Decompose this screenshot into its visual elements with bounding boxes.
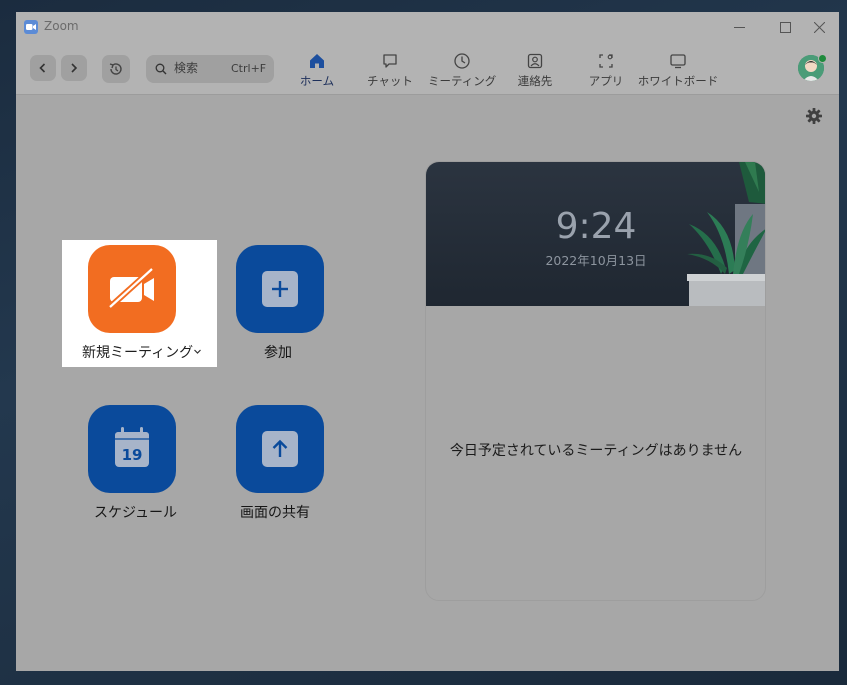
chat-icon	[383, 54, 397, 68]
history-icon	[109, 63, 122, 75]
main-toolbar: Ctrl+F ホーム チャット ミーティング	[16, 43, 839, 95]
join-label: 参加	[264, 345, 292, 361]
arrow-up-icon	[262, 431, 298, 467]
share-screen-button[interactable]	[236, 405, 324, 493]
calendar-icon: 19	[115, 427, 149, 467]
chevron-left-icon	[39, 63, 46, 73]
history-button[interactable]	[102, 55, 130, 83]
maximize-button[interactable]	[762, 12, 808, 43]
video-off-icon	[107, 266, 155, 310]
plus-icon	[262, 271, 298, 307]
back-button[interactable]	[30, 55, 56, 81]
minimize-button[interactable]	[716, 12, 762, 43]
tab-chat-label: チャット	[367, 74, 413, 88]
close-icon	[814, 22, 825, 33]
tab-whiteboard[interactable]: ホワイトボード	[636, 43, 720, 95]
chevron-down-icon[interactable]	[193, 347, 202, 356]
clock-time: 9:24	[555, 206, 637, 247]
apps-icon	[599, 54, 613, 68]
clock-date: 2022年10月13日	[545, 253, 647, 268]
search-box[interactable]: Ctrl+F	[146, 55, 274, 83]
minimize-icon	[734, 27, 745, 28]
new-meeting-label: 新規ミーティング	[82, 345, 194, 361]
clock-icon	[454, 53, 470, 69]
title-bar: Zoom	[16, 12, 839, 43]
upcoming-meetings-panel: 9:24 2022年10月13日 今日予定されているミーティングはありません	[425, 161, 766, 601]
schedule-label: スケジュール	[94, 505, 178, 521]
tab-apps-label: アプリ	[588, 74, 624, 88]
whiteboard-icon	[670, 54, 686, 69]
tab-meetings[interactable]: ミーティング	[428, 43, 496, 95]
zoom-window: Zoom Ctrl+F	[16, 12, 839, 671]
home-icon	[310, 54, 324, 68]
tab-meetings-label: ミーティング	[428, 74, 497, 88]
tab-contacts-label: 連絡先	[517, 74, 553, 88]
search-icon	[155, 63, 167, 75]
tab-chat[interactable]: チャット	[366, 43, 414, 95]
calendar-day: 19	[122, 446, 143, 464]
share-screen-label: 画面の共有	[240, 505, 310, 521]
chevron-right-icon	[71, 63, 78, 73]
tab-home[interactable]: ホーム	[294, 43, 340, 95]
new-meeting-button[interactable]	[88, 245, 176, 333]
clock-header: 9:24 2022年10月13日	[426, 162, 765, 306]
no-meetings-message: 今日予定されているミーティングはありません	[449, 443, 743, 459]
tab-contacts[interactable]: 連絡先	[508, 43, 562, 95]
status-badge	[818, 54, 827, 63]
zoom-logo-icon	[24, 20, 38, 34]
close-button[interactable]	[808, 12, 839, 43]
app-title: Zoom	[44, 19, 79, 33]
tab-home-label: ホーム	[299, 74, 335, 88]
gear-icon	[806, 108, 822, 124]
maximize-icon	[780, 22, 791, 33]
forward-button[interactable]	[61, 55, 87, 81]
tab-apps[interactable]: アプリ	[582, 43, 630, 95]
search-input[interactable]	[174, 61, 222, 75]
schedule-button[interactable]: 19	[88, 405, 176, 493]
search-shortcut: Ctrl+F	[231, 62, 267, 75]
join-button[interactable]	[236, 245, 324, 333]
settings-button[interactable]	[805, 107, 823, 125]
tab-whiteboard-label: ホワイトボード	[637, 74, 719, 88]
contact-icon	[527, 53, 543, 69]
